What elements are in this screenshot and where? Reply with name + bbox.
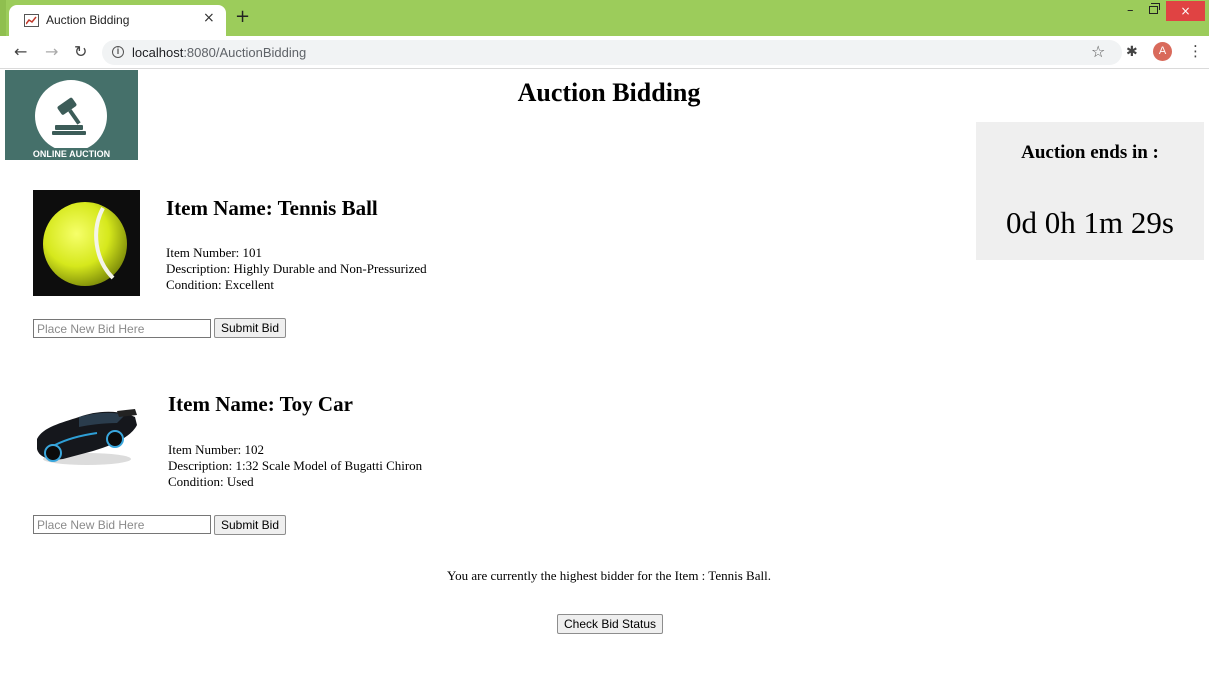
browser-tab-strip: Auction Bidding × + – × — [0, 0, 1209, 36]
address-bar: ← → ↻ i localhost:8080/AuctionBidding ☆ … — [0, 36, 1209, 69]
item-number: Item Number: 101 — [166, 245, 263, 260]
check-bid-status-button[interactable]: Check Bid Status — [557, 614, 664, 634]
star-icon[interactable]: ☆ — [1091, 43, 1105, 61]
tab-strip-edge — [0, 0, 6, 36]
item-name: Item Name: Toy Car — [168, 392, 353, 416]
tab-title: Auction Bidding — [46, 13, 130, 27]
window-close-icon[interactable]: × — [1166, 1, 1205, 21]
toy-car-image — [33, 387, 140, 493]
countdown-value: 0d 0h 1m 29s — [1006, 205, 1174, 240]
page-title: Auction Bidding — [517, 78, 701, 107]
tab-close-icon[interactable]: × — [203, 10, 215, 26]
forward-icon[interactable]: → — [45, 43, 58, 61]
bid-input[interactable] — [33, 515, 211, 534]
item-condition: Condition: Used — [168, 474, 254, 489]
restore-icon[interactable] — [1149, 3, 1160, 14]
back-icon[interactable]: ← — [14, 43, 27, 61]
item-number: Item Number: 102 — [168, 442, 265, 457]
bid-status-message: You are currently the highest bidder for… — [447, 568, 771, 583]
logo-text: ONLINE AUCTION — [5, 148, 138, 159]
minimize-icon[interactable]: – — [1127, 3, 1134, 18]
menu-icon[interactable]: ⋮ — [1188, 42, 1203, 60]
favicon-icon — [24, 14, 39, 27]
submit-bid-button[interactable]: Submit Bid — [214, 515, 287, 535]
info-icon[interactable]: i — [112, 46, 124, 58]
url-text[interactable]: localhost:8080/AuctionBidding — [132, 45, 306, 60]
extensions-icon[interactable]: ✱ — [1126, 43, 1138, 61]
url-host: localhost — [132, 45, 184, 60]
browser-tab[interactable]: Auction Bidding × — [9, 5, 226, 36]
avatar[interactable]: A — [1153, 42, 1172, 61]
item-name: Item Name: Tennis Ball — [166, 196, 378, 220]
item-description: Description: Highly Durable and Non-Pres… — [166, 261, 427, 276]
url-field[interactable]: i localhost:8080/AuctionBidding — [102, 40, 1122, 65]
item-condition: Condition: Excellent — [166, 277, 274, 292]
bid-input[interactable] — [33, 319, 211, 338]
tennis-ball-image — [33, 190, 140, 296]
new-tab-icon[interactable]: + — [235, 7, 250, 27]
submit-bid-button[interactable]: Submit Bid — [214, 318, 287, 338]
countdown-panel: Auction ends in : 0d 0h 1m 29s — [976, 122, 1204, 260]
countdown-label: Auction ends in : — [1021, 142, 1159, 163]
item-description: Description: 1:32 Scale Model of Bugatti… — [168, 458, 423, 473]
reload-icon[interactable]: ↻ — [74, 43, 87, 61]
url-path: :8080/AuctionBidding — [183, 45, 307, 60]
